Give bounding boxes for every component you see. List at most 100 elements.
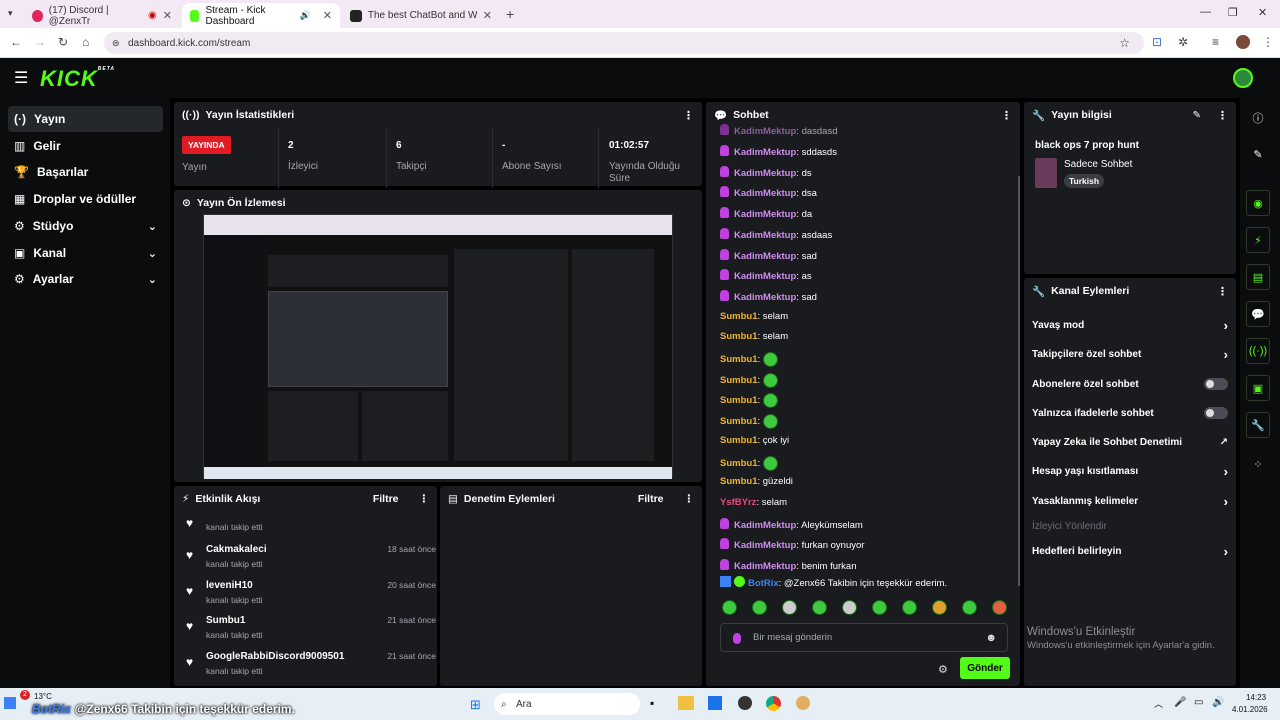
- sidebar-item-yayin[interactable]: (·) Yayın: [8, 106, 163, 132]
- chat-username[interactable]: KadimMektup: [734, 188, 796, 199]
- chat-username[interactable]: Sumbu1: [720, 331, 757, 342]
- emote-icon[interactable]: [962, 600, 977, 615]
- camera-icon[interactable]: ◉: [1246, 190, 1270, 216]
- url-input[interactable]: ⊜ dashboard.kick.com/stream ☆: [104, 32, 1144, 54]
- add-widget-icon[interactable]: ⁘: [1246, 452, 1270, 476]
- edit-icon[interactable]: ✎: [1246, 142, 1270, 166]
- more-options-icon[interactable]: ⋮: [683, 109, 694, 122]
- home-icon[interactable]: ⌂: [82, 35, 89, 49]
- network-icon[interactable]: ▭: [1194, 697, 1203, 708]
- sidebar-item-basarilar[interactable]: 🏆 Başarılar: [8, 159, 163, 185]
- filter-button[interactable]: Filtre: [373, 493, 399, 505]
- clock-date[interactable]: 4.01.2026: [1232, 705, 1268, 714]
- speaker-icon[interactable]: 🔊: [300, 10, 311, 21]
- store-icon[interactable]: [708, 696, 722, 710]
- wrench-icon[interactable]: 🔧: [1246, 412, 1270, 438]
- send-button[interactable]: Gönder: [960, 657, 1010, 679]
- broadcast-icon[interactable]: ((·)): [1246, 338, 1270, 364]
- chat-username[interactable]: Sumbu1: [720, 435, 757, 446]
- translate-icon[interactable]: ⊡: [1152, 35, 1162, 49]
- chat-username[interactable]: KadimMektup: [734, 561, 796, 572]
- action-slow-mode[interactable]: Yavaş mod ›: [1032, 315, 1228, 335]
- emote-icon[interactable]: [992, 600, 1007, 615]
- more-options-icon[interactable]: ⋮: [1217, 285, 1228, 298]
- chat-username[interactable]: Sumbu1: [720, 416, 757, 427]
- volume-icon[interactable]: 🔊: [1212, 697, 1224, 708]
- tab-discord[interactable]: (17) Discord | @ZenxTr ◉ ✕: [24, 3, 180, 28]
- emote-icon[interactable]: [812, 600, 827, 615]
- weather-icon[interactable]: [4, 697, 16, 709]
- reload-icon[interactable]: ↻: [58, 35, 68, 49]
- chat-username[interactable]: KadimMektup: [734, 520, 796, 531]
- browser-menu-icon[interactable]: ⋮: [1262, 35, 1274, 49]
- emoji-picker-icon[interactable]: ☻: [985, 632, 997, 644]
- emote-icon[interactable]: [752, 600, 767, 615]
- back-icon[interactable]: ←: [10, 35, 22, 49]
- emotes-only-toggle[interactable]: [1204, 407, 1228, 419]
- bolt-icon[interactable]: ⚡: [1246, 227, 1270, 253]
- chat-username[interactable]: KadimMektup: [734, 251, 796, 262]
- task-view-icon[interactable]: ▪: [650, 696, 654, 710]
- chat-username[interactable]: KadimMektup: [734, 271, 796, 282]
- bookmark-star-icon[interactable]: ☆: [1119, 36, 1130, 50]
- chat-username[interactable]: KadimMektup: [734, 230, 796, 241]
- taskbar-search[interactable]: ⌕ Ara: [494, 693, 640, 715]
- more-options-icon[interactable]: ⋮: [419, 493, 430, 505]
- close-icon[interactable]: ✕: [483, 9, 492, 22]
- emote-icon[interactable]: [722, 600, 737, 615]
- chat-settings-icon[interactable]: ⚙: [938, 663, 948, 676]
- extensions-icon[interactable]: ✲: [1178, 35, 1188, 49]
- site-info-icon[interactable]: ⊜: [112, 38, 120, 49]
- sidebar-item-kanal[interactable]: ▣ Kanal ⌄: [8, 240, 163, 266]
- emote-icon[interactable]: [782, 600, 797, 615]
- chat-username[interactable]: Sumbu1: [720, 476, 757, 487]
- chat-username[interactable]: KadimMektup: [734, 540, 796, 551]
- kick-logo[interactable]: KICKBETA: [40, 66, 115, 92]
- chat-username[interactable]: KadimMektup: [734, 168, 796, 179]
- user-avatar[interactable]: [1233, 68, 1253, 88]
- edit-icon[interactable]: ✎: [1193, 110, 1201, 121]
- tray-chevron-icon[interactable]: ︿: [1154, 697, 1163, 710]
- media-icon[interactable]: ≡: [1212, 35, 1219, 49]
- clock-time[interactable]: 14:23: [1246, 693, 1266, 702]
- more-options-icon[interactable]: ⋮: [1001, 109, 1012, 122]
- chat-username[interactable]: KadimMektup: [734, 292, 796, 303]
- emote-icon[interactable]: [842, 600, 857, 615]
- maximize-icon[interactable]: ❐: [1228, 6, 1238, 19]
- chat-username[interactable]: KadimMektup: [734, 147, 796, 158]
- chat-scrollbar[interactable]: [1018, 176, 1020, 586]
- more-options-icon[interactable]: ⋮: [1217, 109, 1228, 122]
- action-followers-only[interactable]: Takipçilere özel sohbet ›: [1032, 344, 1228, 364]
- chat-username[interactable]: Sumbu1: [720, 458, 757, 469]
- close-icon[interactable]: ✕: [323, 9, 332, 22]
- new-tab-icon[interactable]: +: [506, 6, 514, 22]
- action-ai-moderation[interactable]: Yapay Zeka ile Sohbet Denetimi ↗: [1032, 432, 1228, 452]
- more-options-icon[interactable]: ⋮: [684, 493, 695, 505]
- chat-username[interactable]: KadimMektup: [734, 209, 796, 220]
- action-banned-words[interactable]: Yasaklanmış kelimeler ›: [1032, 491, 1228, 511]
- emote-icon[interactable]: [902, 600, 917, 615]
- close-icon[interactable]: ✕: [163, 9, 172, 22]
- sidebar-item-ayarlar[interactable]: ⚙ Ayarlar ⌄: [8, 266, 163, 292]
- chat-username[interactable]: Sumbu1: [720, 375, 757, 386]
- window-close-icon[interactable]: ✕: [1258, 6, 1267, 19]
- info-icon[interactable]: ⓘ: [1246, 106, 1270, 130]
- chat-username[interactable]: Sumbu1: [720, 395, 757, 406]
- profile-avatar[interactable]: [1236, 35, 1250, 49]
- tab-list-icon[interactable]: ▾: [8, 8, 13, 19]
- subscribers-only-toggle[interactable]: [1204, 378, 1228, 390]
- chat-username[interactable]: Sumbu1: [720, 354, 757, 365]
- forward-icon[interactable]: →: [34, 35, 46, 49]
- app-icon[interactable]: [738, 696, 752, 710]
- start-icon[interactable]: ⊞: [470, 697, 481, 713]
- chat-username[interactable]: BotRix: [748, 578, 779, 589]
- filter-button[interactable]: Filtre: [638, 493, 664, 505]
- hamburger-menu-icon[interactable]: ☰: [14, 68, 28, 88]
- mic-icon[interactable]: 🎤: [1174, 697, 1186, 708]
- stream-preview-video[interactable]: [203, 214, 673, 479]
- chat-username[interactable]: Sumbu1: [720, 311, 757, 322]
- document-icon[interactable]: ▤: [1246, 264, 1270, 290]
- tab-kick-dashboard[interactable]: Stream - Kick Dashboard 🔊 ✕: [182, 3, 340, 28]
- app-icon[interactable]: [796, 696, 810, 710]
- chat-username[interactable]: YsfBYrz: [720, 497, 756, 508]
